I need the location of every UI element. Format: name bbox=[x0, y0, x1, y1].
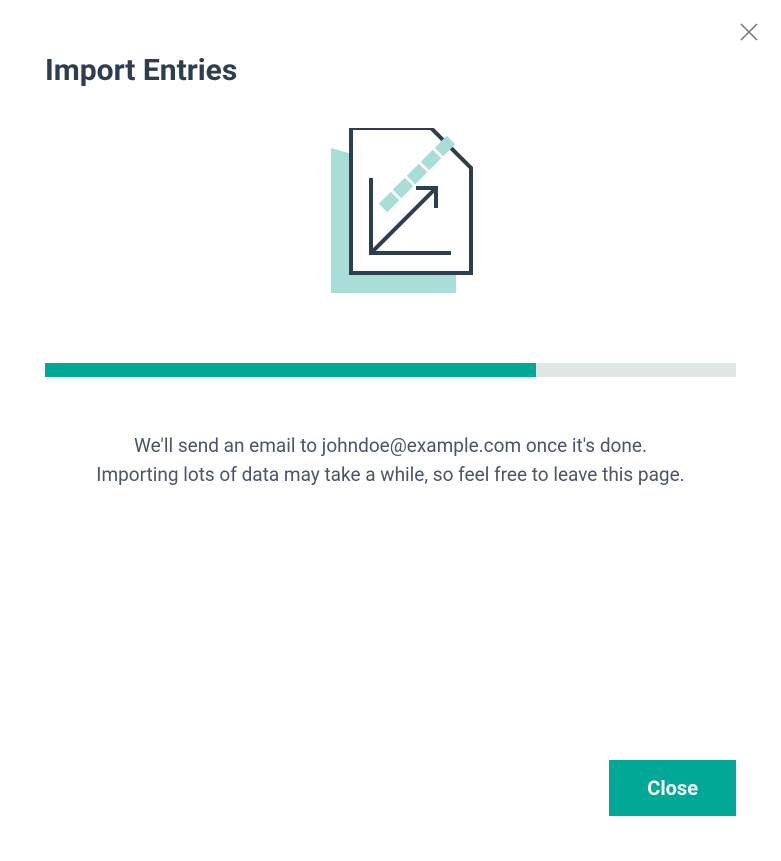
import-status-message: We'll send an email to johndoe@example.c… bbox=[45, 432, 736, 489]
message-line-2: Importing lots of data may take a while,… bbox=[55, 461, 726, 490]
modal-title: Import Entries bbox=[45, 53, 736, 88]
close-icon[interactable] bbox=[739, 22, 759, 42]
message-line-1: We'll send an email to johndoe@example.c… bbox=[55, 432, 726, 461]
import-entries-modal: Import Entries bbox=[0, 0, 781, 861]
import-progress-fill bbox=[45, 363, 536, 377]
import-progress-bar bbox=[45, 363, 736, 377]
import-illustration-icon bbox=[45, 128, 736, 308]
close-button[interactable]: Close bbox=[609, 760, 736, 816]
